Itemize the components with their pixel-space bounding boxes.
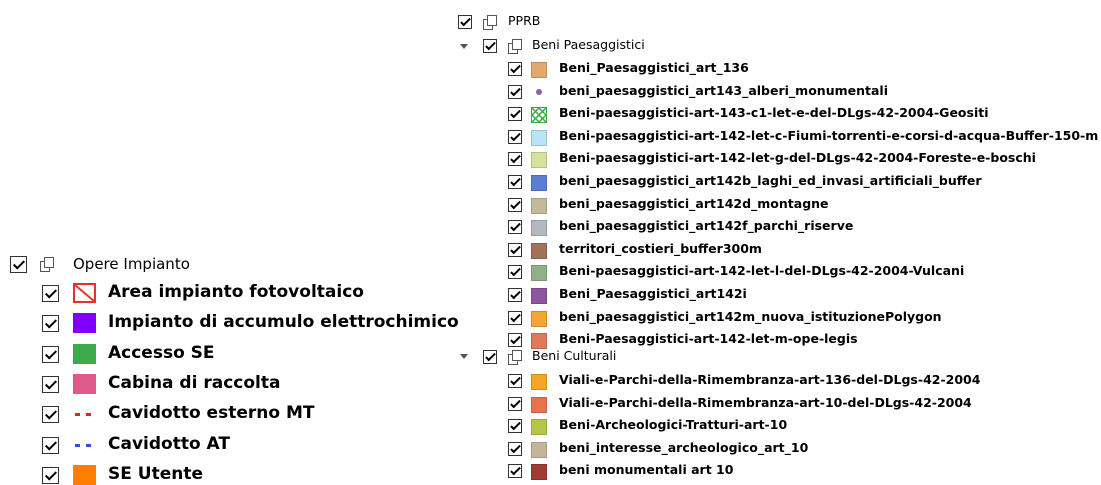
layer-checkbox[interactable] [42,466,59,484]
group-icon [508,350,522,365]
layer-checkbox[interactable] [42,406,59,424]
layer-label: Impianto di accumulo elettrochimico [108,312,459,333]
layer-checkbox[interactable] [42,285,59,302]
layer-checkbox[interactable] [508,62,522,76]
fill-symbol-icon [531,396,547,413]
layer-label: beni_paesaggistici_art143_alberi_monumen… [559,82,888,98]
fill-symbol-icon [73,343,96,364]
layer-checkbox[interactable] [508,464,522,479]
layer-label: Accesso SE [108,342,215,363]
fill-symbol-icon [531,374,547,390]
group-label-pprb: PPRB [508,13,541,28]
hatched-area-symbol-icon [73,283,96,303]
fill-symbol-icon [531,333,547,350]
layer-checkbox[interactable] [508,197,522,212]
layer-checkbox[interactable] [42,375,59,393]
layer-checkbox[interactable] [508,175,522,189]
layer-checkbox[interactable] [42,345,59,363]
line-dash-icon [75,413,80,417]
layer-label: Beni-paesaggistici-art-142-let-g-del-DLg… [559,150,1036,166]
layer-label: Cavidotto esterno MT [108,403,315,424]
checkbox-beni-paesaggistici[interactable] [483,39,497,53]
line-dash-icon [86,443,91,447]
point-symbol-icon [536,88,542,95]
line-dash-icon [75,443,80,447]
layer-label: Viali-e-Parchi-della-Rimembranza-art-10-… [559,394,972,410]
collapse-arrow-icon[interactable] [460,354,468,359]
layer-label: Area impianto fotovoltaico [108,282,364,302]
fill-symbol-icon [531,441,547,458]
layer-checkbox[interactable] [508,288,522,302]
layer-label: Viali-e-Parchi-della-Rimembranza-art-136… [559,372,981,387]
group-label-beni-culturali: Beni Culturali [532,348,617,363]
layer-checkbox[interactable] [508,419,522,434]
fill-symbol-icon [531,419,547,436]
group-label-beni-paesaggistici: Beni Paesaggistici [532,37,645,52]
layer-label: Beni-Archeologici-Tratturi-art-10 [559,417,788,433]
layer-label: Beni-paesaggistici-art-142-let-c-Fiumi-t… [559,127,1099,143]
layer-label: Beni_Paesaggistici_art142i [559,286,747,301]
layer-checkbox[interactable] [508,84,522,99]
layer-checkbox[interactable] [508,242,522,257]
fill-symbol-icon [531,220,547,237]
fill-symbol-icon [531,288,547,304]
layer-label: Beni-paesaggistici-art-142-let-l-del-DLg… [559,263,965,279]
group-icon [508,39,522,54]
line-dash-icon [86,413,91,417]
layer-label: Beni-Paesaggistici-art-142-let-m-ope-leg… [559,331,858,347]
checkbox-opere-impianto[interactable] [10,256,27,273]
layer-checkbox[interactable] [508,374,522,388]
layer-checkbox[interactable] [42,315,59,333]
fill-symbol-icon [531,152,547,169]
checkbox-pprb[interactable] [458,15,472,29]
fill-symbol-icon [73,373,96,394]
layer-label: beni_paesaggistici_art142m_nuova_istituz… [559,308,942,324]
checkbox-beni-culturali[interactable] [483,350,497,364]
group-icon [40,257,54,272]
fill-symbol-icon [73,313,96,334]
layer-checkbox[interactable] [508,310,522,325]
group-icon [483,15,497,30]
layer-label: territori_costieri_buffer300m [559,240,762,256]
layer-label: beni_paesaggistici_art142f_parchi_riserv… [559,218,854,234]
layer-checkbox[interactable] [508,396,522,411]
layer-checkbox[interactable] [508,152,522,167]
group-label-opere-impianto: Opere Impianto [73,255,190,273]
layer-checkbox[interactable] [508,333,522,348]
layer-label: Cavidotto AT [108,433,230,454]
layer-label: beni_paesaggistici_art142d_montagne [559,195,829,211]
layer-checkbox[interactable] [508,220,522,235]
layer-label: Beni-paesaggistici-art-143-c1-let-e-del-… [559,105,989,121]
fill-symbol-icon [531,197,547,214]
fill-symbol-icon [531,310,547,327]
layer-label: Cabina di raccolta [108,372,281,393]
layer-label: SE Utente [108,463,203,484]
hatch-symbol-icon [531,107,547,124]
fill-symbol-icon [531,464,547,481]
fill-symbol-icon [531,129,547,146]
fill-symbol-icon [531,175,547,191]
layer-checkbox[interactable] [508,107,522,122]
fill-symbol-icon [531,242,547,259]
fill-symbol-icon [73,464,96,485]
layer-label: Beni_Paesaggistici_art_136 [559,60,749,75]
layer-label: beni_paesaggistici_art142b_laghi_ed_inva… [559,173,982,188]
collapse-arrow-icon[interactable] [460,44,468,49]
fill-symbol-icon [531,62,547,78]
layer-label: beni monumentali art 10 [559,462,734,478]
fill-symbol-icon [531,265,547,282]
layer-checkbox[interactable] [508,129,522,144]
layer-checkbox[interactable] [508,265,522,280]
layer-checkbox[interactable] [508,441,522,456]
layer-checkbox[interactable] [42,436,59,454]
layer-label: beni_interesse_archeologico_art_10 [559,439,809,455]
